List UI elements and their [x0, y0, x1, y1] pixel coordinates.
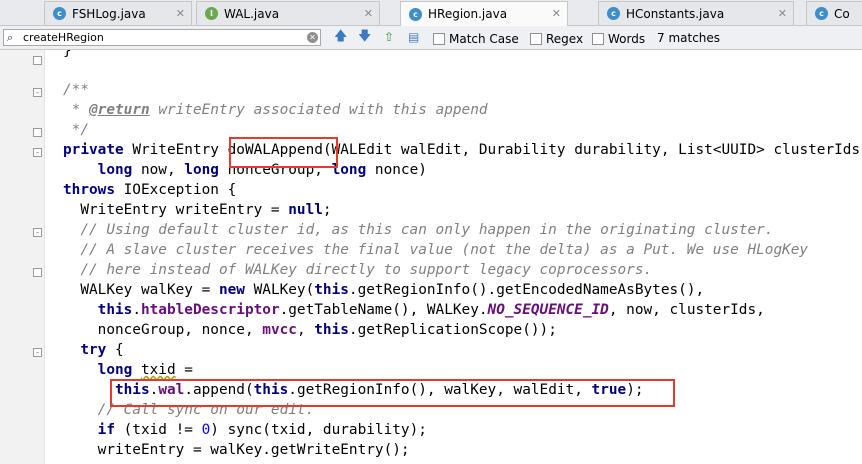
code-line: long txid = [97, 362, 193, 378]
checkbox-box[interactable] [530, 33, 542, 45]
checkbox-box[interactable] [433, 33, 445, 45]
code-line: this.htableDescriptor.getTableName(), WA… [97, 302, 765, 318]
filter-icon[interactable]: ▤ [408, 30, 419, 44]
javadoc-comment: /** [63, 82, 89, 98]
tab-label: WAL.java [224, 6, 280, 21]
highlight-box-method-name [229, 137, 338, 168]
match-count: 7 matches [657, 31, 721, 45]
class-icon: c [409, 7, 422, 21]
code-line: } [63, 50, 72, 59]
tab-label: FSHLog.java [72, 6, 146, 21]
tab-label: HConstants.java [626, 6, 725, 21]
code-line: private WriteEntry doWALAppend(WALEdit w… [63, 142, 862, 158]
highlight-box-wal-append [110, 379, 675, 407]
code-line: WALKey walKey = new WALKey(this.getRegio… [63, 282, 705, 298]
editor-gutter [0, 50, 44, 464]
code-line: // Using default cluster id, as this can… [63, 220, 773, 240]
code-line: WriteEntry writeEntry = null; [63, 202, 332, 218]
match-case-label: Match Case [449, 32, 519, 46]
code-line: */ [63, 120, 89, 140]
checkbox-box[interactable] [592, 33, 604, 45]
fold-icon[interactable] [33, 128, 42, 137]
find-bar: ⌕ ✕ 🡅 🡇 ⇧ ▤ Match Case Regex Words 7 mat… [0, 26, 862, 50]
code-line: // here instead of WALKey directly to su… [63, 260, 652, 280]
javadoc-tag: @return [89, 102, 150, 118]
fold-icon[interactable]: - [33, 88, 42, 97]
close-icon[interactable]: ✕ [176, 7, 185, 20]
search-field[interactable]: ⌕ ✕ [3, 29, 321, 46]
interface-icon: I [205, 7, 218, 20]
fold-icon[interactable] [33, 268, 42, 277]
tab-hregion[interactable]: c HRegion.java ✕ [400, 1, 568, 26]
javadoc-comment: */ [63, 122, 89, 138]
next-occurrence-icon[interactable]: 🡇 [358, 30, 371, 44]
close-icon[interactable]: ✕ [364, 7, 373, 20]
close-icon[interactable]: ✕ [552, 7, 561, 20]
regex-checkbox[interactable]: Regex [530, 32, 583, 46]
class-icon: c [53, 7, 66, 20]
words-label: Words [608, 32, 646, 46]
tab-co[interactable]: c Co [806, 1, 862, 25]
code-line: * @return writeEntry associated with thi… [63, 102, 488, 118]
code-line: nonceGroup, nonce, mvcc, this.getReplica… [63, 322, 557, 338]
fold-icon[interactable]: - [33, 228, 42, 237]
previous-occurrence-icon[interactable]: 🡅 [334, 30, 347, 44]
code-line: throws IOException { [63, 182, 237, 198]
match-case-checkbox[interactable]: Match Case [433, 32, 519, 46]
fold-icon[interactable] [33, 56, 42, 65]
code-line: if (txid != 0) sync(txid, durability); [97, 422, 427, 438]
fold-icon[interactable]: - [33, 148, 42, 157]
class-icon: c [815, 7, 828, 20]
fold-icon[interactable]: - [33, 348, 42, 357]
tab-fshlog[interactable]: c FSHLog.java ✕ [44, 1, 192, 25]
comment: // here instead of WALKey directly to su… [63, 262, 653, 278]
comment: // Using default cluster id, as this can… [63, 222, 774, 238]
search-icon[interactable]: ⌕ [7, 31, 13, 45]
words-checkbox[interactable]: Words [592, 32, 645, 46]
code-line: /** [63, 80, 89, 100]
comment: // A slave cluster receives the final va… [63, 242, 809, 258]
tab-label: Co [834, 6, 850, 21]
tab-label: HRegion.java [428, 7, 508, 21]
tab-wal[interactable]: I WAL.java ✕ [196, 1, 380, 25]
code-line: try { [80, 342, 124, 358]
code-line: writeEntry = walKey.getWriteEntry(); [63, 442, 410, 458]
search-input[interactable] [23, 30, 303, 45]
select-all-occurrences-icon[interactable]: ⇧ [384, 30, 394, 44]
code-line: // A slave cluster receives the final va… [63, 240, 808, 260]
regex-label: Regex [546, 32, 584, 46]
clear-icon[interactable]: ✕ [307, 32, 318, 43]
close-icon[interactable]: ✕ [778, 7, 787, 20]
tab-hconstants[interactable]: c HConstants.java ✕ [598, 1, 794, 25]
class-icon: c [607, 7, 620, 20]
editor-tab-bar: c FSHLog.java ✕ I WAL.java ✕ c HRegion.j… [0, 0, 862, 26]
